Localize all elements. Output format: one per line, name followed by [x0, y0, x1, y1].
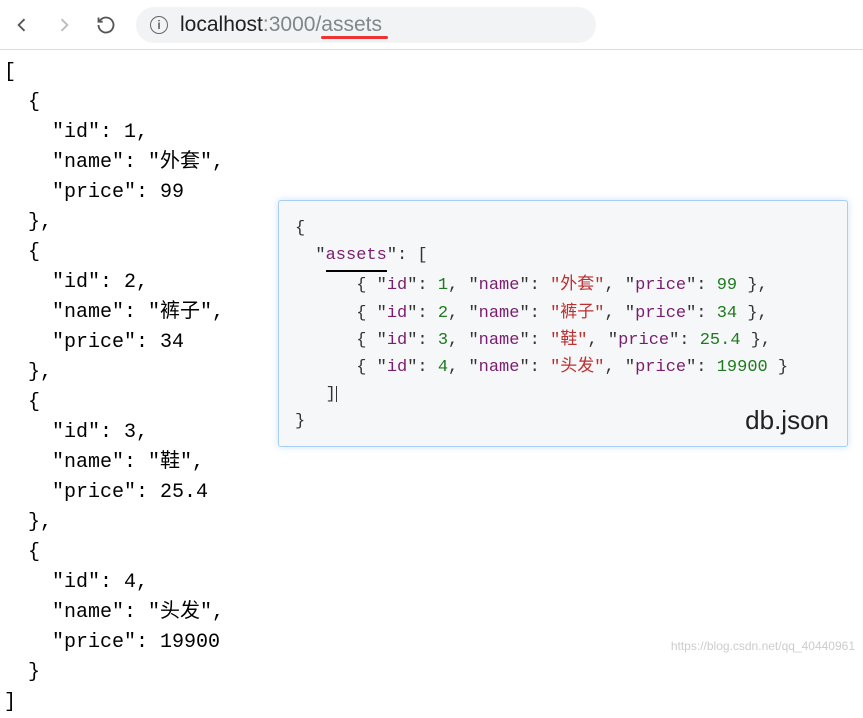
page-content: [ { ″id″: 1, ″name″: ″外套″, ″price″: 99 }… [0, 50, 863, 718]
url-path-underline [321, 36, 388, 39]
site-info-icon[interactable]: i [150, 16, 168, 34]
reload-button[interactable] [94, 13, 118, 37]
db-json-code: { "assets": [ { "id": 1, "name": "外套", "… [295, 215, 831, 436]
url-path: assets [321, 13, 382, 36]
address-bar[interactable]: i localhost:3000/assets [136, 7, 596, 43]
url-text: localhost:3000/assets [180, 13, 382, 37]
watermark-text: https://blog.csdn.net/qq_40440961 [671, 639, 855, 653]
card-filename-label: db.json [745, 405, 829, 436]
url-port: :3000/ [263, 13, 321, 36]
back-button[interactable] [10, 13, 34, 37]
browser-toolbar: i localhost:3000/assets [0, 0, 863, 50]
url-host: localhost [180, 13, 263, 36]
db-json-card: { "assets": [ { "id": 1, "name": "外套", "… [278, 200, 848, 447]
forward-button[interactable] [52, 13, 76, 37]
